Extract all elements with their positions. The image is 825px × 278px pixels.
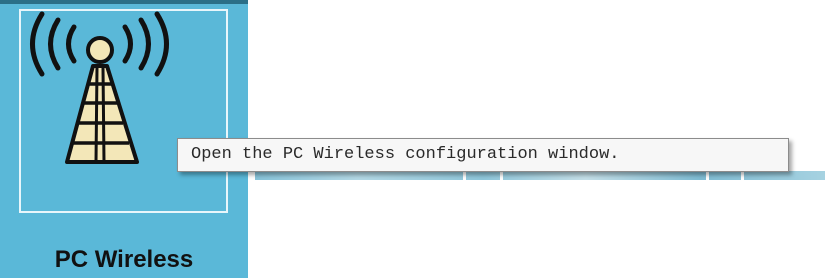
tile-label: PC Wireless bbox=[54, 246, 194, 273]
tooltip: Open the PC Wireless configuration windo… bbox=[177, 138, 789, 172]
wireless-tower-icon bbox=[30, 11, 169, 164]
strip-divider bbox=[463, 171, 466, 180]
strip-divider bbox=[500, 171, 503, 180]
tile-top-border bbox=[0, 0, 248, 4]
background-strip bbox=[255, 171, 825, 180]
strip-divider bbox=[706, 171, 709, 180]
strip-divider bbox=[741, 171, 744, 180]
